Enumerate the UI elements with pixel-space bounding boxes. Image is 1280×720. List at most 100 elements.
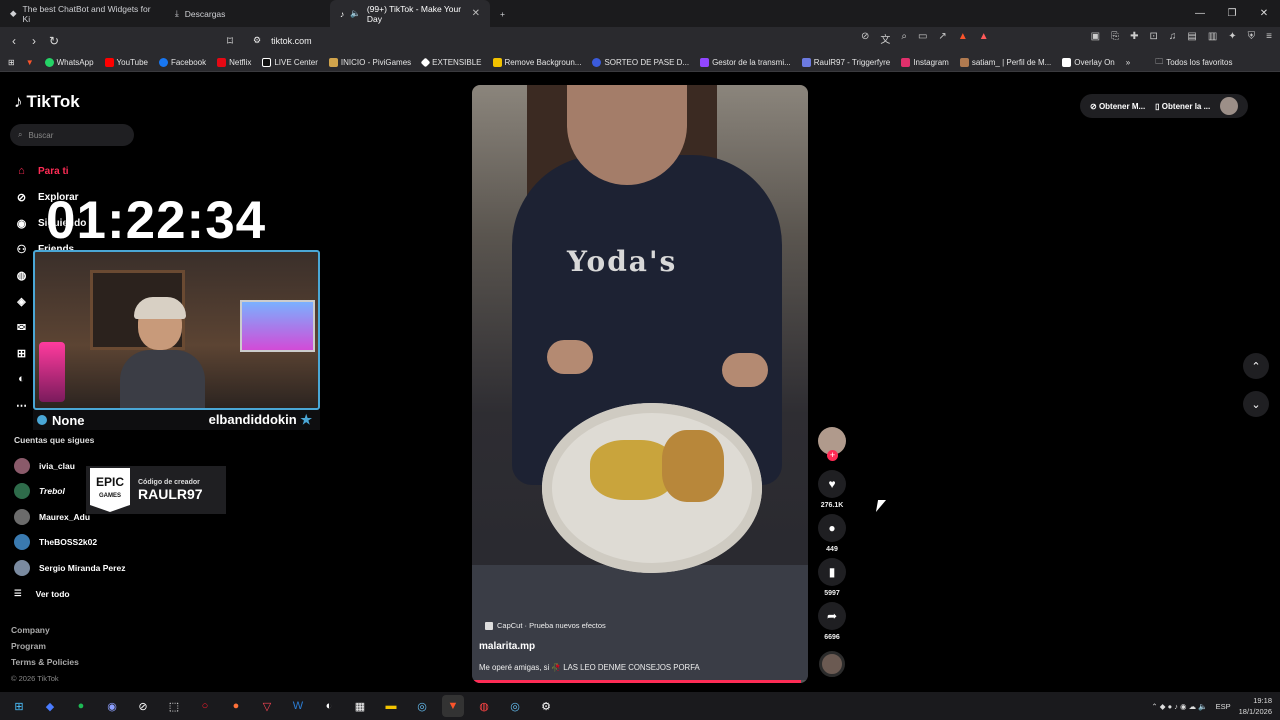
brave-icon[interactable]: ▼ (26, 58, 34, 67)
next-video-button[interactable]: ⌄ (1243, 391, 1269, 417)
rewards-icon[interactable]: ▲ (979, 31, 989, 46)
vpn-icon[interactable]: ⛨ (1248, 31, 1256, 46)
opera-icon[interactable]: ○ (194, 695, 216, 717)
settings-icon[interactable]: ⚙ (535, 695, 557, 717)
bookmark-satiam[interactable]: satiam_ | Perfil de M... (959, 58, 1051, 67)
get-app-button[interactable]: ▯ Obtener la ... (1155, 102, 1210, 111)
footer-company-link[interactable]: Company (11, 625, 79, 641)
video-progress-bar[interactable] (472, 680, 808, 683)
bookmark-youtube[interactable]: YouTube (104, 58, 148, 67)
picture-in-picture-icon[interactable]: ▣ (1091, 31, 1100, 46)
file-explorer-icon[interactable]: ▬ (380, 695, 402, 717)
bookmark-overlay-on[interactable]: Overlay On (1062, 58, 1115, 67)
following-item[interactable]: TheBOSS2k02 (14, 530, 125, 556)
language-indicator[interactable]: ESP (1216, 702, 1231, 711)
comment-button[interactable]: ● 449 (816, 514, 848, 553)
url-field[interactable]: ⚙ tiktok.com (245, 30, 968, 51)
valorant-icon[interactable]: ▽ (256, 695, 278, 717)
discord-icon[interactable]: ◉ (101, 695, 123, 717)
site-info-icon[interactable]: ⚙ (253, 35, 261, 46)
tiktok-logo[interactable]: ♪ TikTok (14, 92, 80, 112)
tray-icons[interactable]: ⌃ ◆ ● ♪ ◉ ☁ 🔈 (1151, 702, 1207, 711)
bookmark-instagram[interactable]: Instagram (901, 58, 949, 67)
tab-descargas[interactable]: ⤓ Descargas (165, 0, 330, 27)
app-icon-1[interactable]: ◆ (39, 695, 61, 717)
netflix-icon (217, 58, 227, 67)
bookmark-sorteo[interactable]: SORTEO DE PASE D... (592, 58, 689, 67)
sidebar-item-para-ti[interactable]: ⌂ Para ti (14, 158, 86, 184)
clock[interactable]: 19:18 18/1/2026 (1239, 695, 1272, 717)
back-icon[interactable]: ‹ (4, 34, 24, 48)
no-tracking-icon[interactable]: ⊘ (861, 31, 869, 46)
brave-shield-icon[interactable]: ▲ (958, 31, 968, 46)
restore-icon[interactable]: ❐ (1216, 0, 1248, 27)
all-favorites-folder[interactable]: 🗀 Todos los favoritos (1155, 56, 1232, 70)
bookmark-remove-bg[interactable]: Remove Backgroun... (492, 58, 581, 67)
extensions-icon[interactable]: ✚ (1130, 31, 1138, 46)
following-item[interactable]: Sergio Miranda Perez (14, 555, 125, 581)
forward-icon[interactable]: › (24, 34, 44, 48)
capcut-effect-link[interactable]: CapCut · Prueba nuevos efectos (485, 621, 606, 630)
apps-grid-icon[interactable]: ⊞ (8, 58, 15, 67)
spotify-icon[interactable]: ● (70, 695, 92, 717)
bookmark-live-center[interactable]: LIVE Center (262, 58, 318, 67)
sidebar-icon[interactable]: ▤ (1187, 31, 1196, 46)
get-coins-button[interactable]: ⊘ Obtener M... (1090, 102, 1145, 111)
translate-icon[interactable]: 文 (880, 31, 890, 46)
follow-plus-icon[interactable]: + (827, 450, 838, 461)
word-icon[interactable]: W (287, 695, 309, 717)
like-button[interactable]: ♥ 276.1K (816, 470, 848, 509)
footer-terms-link[interactable]: Terms & Policies (11, 657, 79, 673)
tiktok-page: ♪ TikTok ⌕ Buscar ⌂ Para ti ⊘ Explorar ◉… (0, 72, 1280, 692)
bookmark-netflix[interactable]: Netflix (217, 58, 251, 67)
more-bookmarks-icon[interactable]: » (1126, 58, 1130, 67)
bookmark-pivigames[interactable]: INICIO - PiviGames (328, 58, 411, 67)
search-input[interactable]: ⌕ Buscar (10, 124, 134, 146)
video-hand-right (722, 353, 768, 387)
steam-icon[interactable]: ◎ (411, 695, 433, 717)
new-tab-button[interactable]: + (490, 0, 515, 27)
close-tab-icon[interactable]: ✕ (472, 8, 480, 19)
see-all-link[interactable]: ☰ Ver todo (14, 581, 125, 607)
tab-chatbot[interactable]: ◆ The best ChatBot and Widgets for Ki (0, 0, 165, 27)
share-button[interactable]: ➦ 6696 (816, 602, 848, 641)
footer-program-link[interactable]: Program (11, 641, 79, 657)
zoom-icon[interactable]: ⌕ (901, 31, 907, 46)
app-icon-3[interactable]: ◍ (473, 695, 495, 717)
app-icon-2[interactable]: ◐ (318, 695, 340, 717)
bookmark-extensible[interactable]: EXTENSIBLE (420, 57, 482, 68)
bookmark-gestor[interactable]: Gestor de la transmi... (700, 58, 791, 67)
user-avatar[interactable] (1220, 97, 1239, 115)
close-window-icon[interactable]: ✕ (1248, 0, 1280, 27)
video-player[interactable]: Yoda's CapCut · Prueba nuevos efectos ma… (472, 85, 808, 683)
brave-taskbar-icon[interactable]: ▼ (442, 695, 464, 717)
epic-taskbar-icon[interactable]: ⬚ (163, 695, 185, 717)
wallet-icon[interactable]: ▥ (1208, 31, 1217, 46)
screenshot-icon[interactable]: ⊡ (1149, 31, 1157, 46)
leo-ai-icon[interactable]: ✦ (1228, 31, 1236, 46)
bookmark-facebook[interactable]: Facebook (158, 58, 206, 67)
windows-start-icon[interactable]: ⊞ (8, 695, 30, 717)
bookmark-page-icon[interactable]: ⌑ (220, 34, 240, 48)
extension-translate-icon[interactable]: ⎘ (1111, 31, 1119, 46)
heart-icon: ♥ (818, 470, 846, 498)
music-disc-icon[interactable] (819, 651, 845, 677)
menu-icon[interactable]: ≡ (1266, 31, 1272, 46)
home-icon: ⌂ (18, 165, 25, 177)
steam-2-icon[interactable]: ◎ (504, 695, 526, 717)
media-icon[interactable]: ♫ (1169, 31, 1177, 46)
share-icon[interactable]: ↗ (938, 31, 946, 46)
firefox-icon[interactable]: ● (225, 695, 247, 717)
bookmark-triggerfyre[interactable]: RaulR97 - Triggerfyre (801, 58, 890, 67)
video-author[interactable]: malarita.mp (479, 641, 535, 652)
cast-icon[interactable]: ▭ (918, 31, 927, 46)
minimize-icon[interactable]: — (1184, 0, 1216, 27)
steam-small-icon[interactable]: ⊘ (132, 695, 154, 717)
calculator-icon[interactable]: ▦ (349, 695, 371, 717)
reload-icon[interactable]: ↻ (44, 34, 64, 48)
creator-avatar[interactable]: + (818, 427, 846, 461)
save-button[interactable]: ▮ 5997 (816, 558, 848, 597)
tab-tiktok[interactable]: ♪ 🔈 (99+) TikTok - Make Your Day ✕ (330, 0, 490, 27)
bookmark-whatsapp[interactable]: WhatsApp (44, 58, 94, 67)
previous-video-button[interactable]: ⌃ (1243, 353, 1269, 379)
